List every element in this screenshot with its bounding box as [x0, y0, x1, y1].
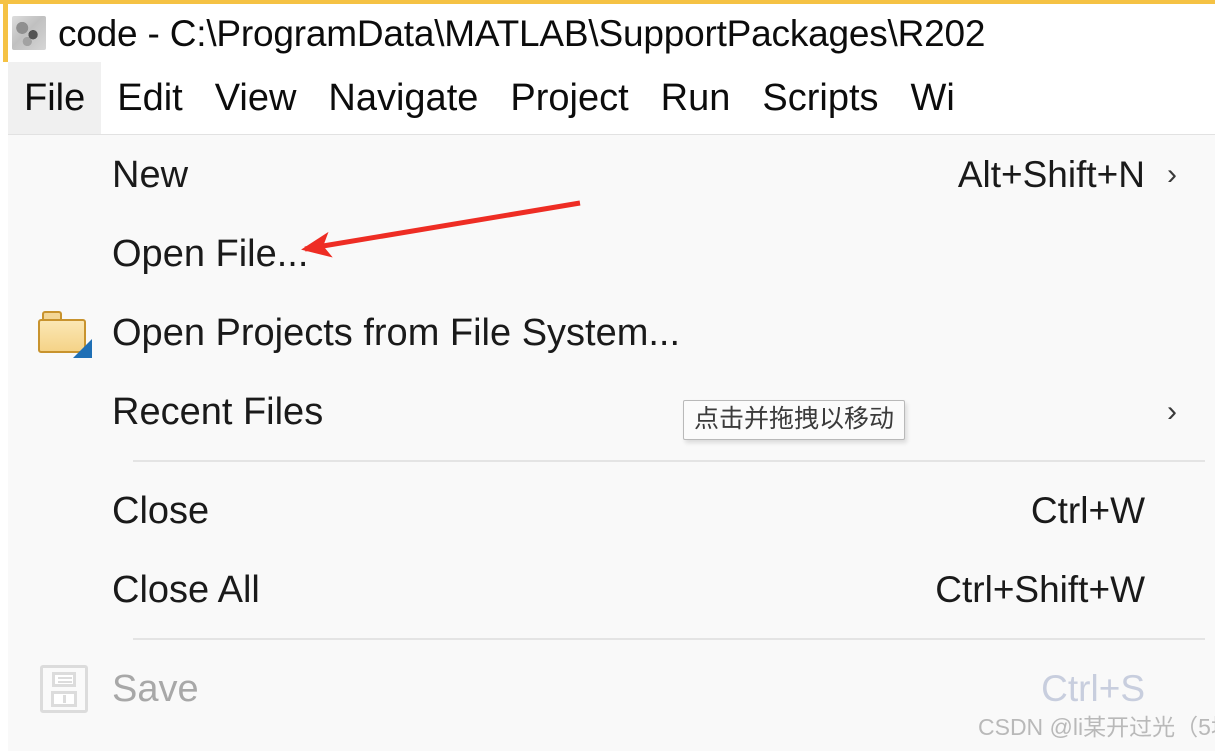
save-icon	[40, 664, 88, 713]
menu-separator	[133, 638, 1205, 640]
title-bar: code - C:\ProgramData\MATLAB\SupportPack…	[0, 0, 1215, 62]
menu-item-label: Open Projects from File System...	[112, 311, 681, 354]
menu-item-icon-slot	[16, 664, 112, 713]
menu-item-label: Save	[112, 667, 199, 710]
menu-item-shortcut: Ctrl+S	[1041, 668, 1145, 709]
menu-item-label: Open File...	[112, 232, 309, 275]
menu-item-label: Close All	[112, 568, 260, 611]
folder-icon	[38, 310, 92, 358]
file-dropdown-menu: New Alt+Shift+N › Open File... Open Proj…	[8, 134, 1215, 751]
menubar-item-edit[interactable]: Edit	[101, 62, 198, 134]
menu-item-close-all[interactable]: Close All Ctrl+Shift+W	[8, 550, 1215, 629]
app-icon	[12, 16, 46, 50]
menu-item-shortcut: Ctrl+W	[1030, 490, 1145, 531]
menubar-item-navigate[interactable]: Navigate	[312, 62, 494, 134]
menu-item-open-file[interactable]: Open File...	[8, 214, 1215, 293]
menubar-item-scripts[interactable]: Scripts	[746, 62, 894, 134]
menu-item-shortcut: Alt+Shift+N	[957, 154, 1145, 195]
menu-separator	[133, 460, 1205, 462]
menubar-item-view[interactable]: View	[199, 62, 313, 134]
menu-item-recent-files[interactable]: Recent Files ›	[8, 372, 1215, 451]
menu-bar: File Edit View Navigate Project Run Scri…	[8, 62, 1215, 134]
menu-item-label: New	[112, 153, 189, 196]
window-accent-border	[3, 4, 8, 62]
menu-item-shortcut: Ctrl+Shift+W	[935, 569, 1145, 610]
menu-item-open-projects-from-file-system[interactable]: Open Projects from File System...	[8, 293, 1215, 372]
menu-item-label: Recent Files	[112, 390, 324, 433]
menubar-item-project[interactable]: Project	[494, 62, 644, 134]
chevron-right-icon: ›	[1167, 157, 1177, 191]
watermark-text: CSDN @li某开过光（5块）	[978, 714, 1215, 740]
menu-item-icon-slot	[16, 310, 112, 358]
application-window: code - C:\ProgramData\MATLAB\SupportPack…	[0, 0, 1215, 751]
menubar-item-run[interactable]: Run	[645, 62, 747, 134]
menubar-item-window[interactable]: Wi	[895, 62, 971, 134]
menubar-item-file[interactable]: File	[8, 62, 102, 134]
menu-item-close[interactable]: Close Ctrl+W	[8, 471, 1215, 550]
menu-item-label: Close	[112, 489, 210, 532]
chevron-right-icon: ›	[1167, 394, 1177, 428]
drag-tooltip: 点击并拖拽以移动	[683, 400, 906, 440]
window-title: code - C:\ProgramData\MATLAB\SupportPack…	[58, 12, 986, 54]
menu-item-new[interactable]: New Alt+Shift+N ›	[8, 135, 1215, 214]
